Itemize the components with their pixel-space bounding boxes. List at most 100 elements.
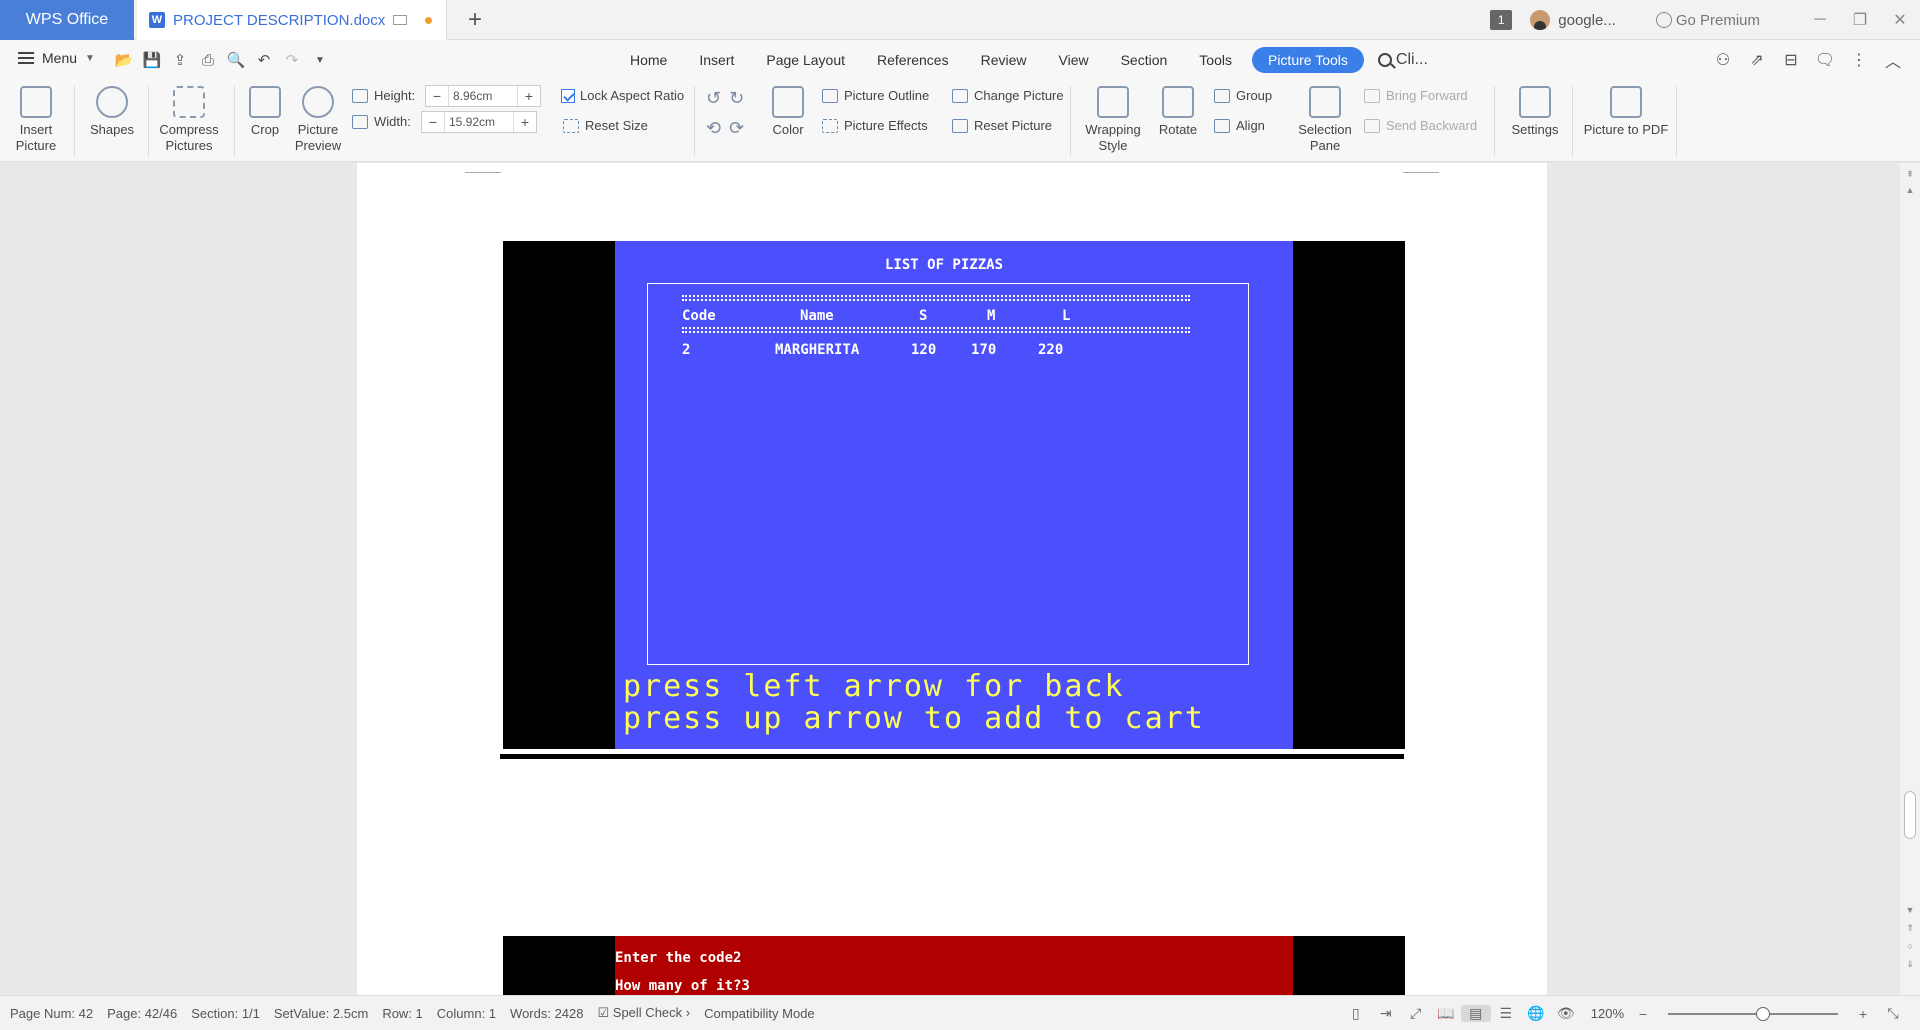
tools-dropdown-icon[interactable]: ⊟ <box>1774 50 1808 70</box>
monitor-icon[interactable] <box>393 15 407 25</box>
fit-window-icon[interactable]: ⤡ <box>1878 1005 1908 1022</box>
picture-to-pdf-button[interactable]: Picture to PDF <box>1580 86 1672 138</box>
picture-preview-button[interactable]: Picture Preview <box>290 86 346 154</box>
zoom-slider-knob[interactable] <box>1756 1006 1770 1021</box>
color-button[interactable]: Color <box>764 86 812 138</box>
settings-button[interactable]: Settings <box>1500 86 1570 138</box>
tab-review[interactable]: Review <box>965 47 1043 73</box>
pizza-list-screenshot[interactable]: LIST OF PIZZAS Code Name S M L 2 MARGHER… <box>503 241 1405 749</box>
tab-references[interactable]: References <box>861 47 965 73</box>
restore-icon[interactable]: ❐ <box>1840 10 1880 30</box>
shapes-button[interactable]: Shapes <box>82 86 142 138</box>
document-tab[interactable]: W PROJECT DESCRIPTION.docx <box>137 0 447 40</box>
tab-view[interactable]: View <box>1043 47 1105 73</box>
height-value[interactable]: 8.96cm <box>448 86 518 106</box>
scrollbar-thumb[interactable] <box>1904 791 1916 839</box>
fullscreen-icon[interactable]: ⤢ <box>1401 1005 1431 1022</box>
export-icon[interactable]: ⇪ <box>166 48 194 72</box>
undo-icon[interactable]: ↶ <box>250 48 278 72</box>
vertical-scrollbar[interactable]: ⇞ ▲ ▼ ⇑ ○ ⇓ <box>1900 163 1920 995</box>
scroll-down-icon[interactable]: ▼ <box>1905 905 1915 915</box>
command-search[interactable]: Cli... <box>1377 51 1428 69</box>
insert-picture-button[interactable]: Insert Picture <box>14 86 58 154</box>
account-name[interactable]: google... <box>1558 12 1616 29</box>
tab-page-layout[interactable]: Page Layout <box>750 47 861 73</box>
collapse-ribbon-icon[interactable]: ︿ <box>1876 48 1910 72</box>
read-mode-icon[interactable]: 📖 <box>1431 1005 1461 1022</box>
new-tab-plus-icon[interactable]: + <box>468 6 482 34</box>
page-view-icon[interactable]: ▤ <box>1460 1005 1491 1022</box>
set-value[interactable]: SetValue: 2.5cm <box>274 1006 368 1021</box>
redo-icon[interactable]: ↷ <box>278 48 306 72</box>
crop-button[interactable]: Crop <box>240 86 290 138</box>
window-count-badge[interactable]: 1 <box>1490 10 1513 30</box>
reset-picture-button[interactable]: Reset Picture <box>952 118 1052 133</box>
flip-vertical-icon[interactable]: ⟳ <box>729 118 744 139</box>
open-folder-icon[interactable]: 📂 <box>110 48 138 72</box>
tab-home[interactable]: Home <box>614 47 683 73</box>
lock-aspect-checkbox[interactable]: Lock Aspect Ratio <box>561 88 684 103</box>
zoom-in-icon[interactable]: + <box>1848 1006 1878 1022</box>
avatar[interactable] <box>1530 10 1551 30</box>
zoom-out-icon[interactable]: − <box>1628 1006 1658 1022</box>
next-page-icon[interactable]: ⇓ <box>1905 959 1915 970</box>
reset-size-button[interactable]: Reset Size <box>563 118 648 133</box>
export-page-icon[interactable]: ⇥ <box>1371 1005 1401 1022</box>
print-icon[interactable]: ⎙ <box>194 48 222 72</box>
rotate-right-icon[interactable]: ↻ <box>729 88 744 109</box>
protect-icon[interactable]: ▯ <box>1341 1005 1371 1022</box>
selection-pane-button[interactable]: Selection Pane <box>1290 86 1360 154</box>
page-num[interactable]: Page Num: 42 <box>10 1006 93 1021</box>
order-entry-screenshot[interactable]: Enter the code2 How many of it?3 <box>503 936 1405 995</box>
eye-protection-icon[interactable]: 👁 <box>1551 1005 1581 1022</box>
print-preview-icon[interactable]: 🔍 <box>222 48 250 72</box>
bring-forward-button[interactable]: Bring Forward <box>1364 88 1468 103</box>
minimize-icon[interactable]: ─ <box>1800 11 1840 29</box>
tab-picture-tools[interactable]: Picture Tools <box>1251 47 1364 73</box>
scroll-top-icon[interactable]: ⇞ <box>1905 169 1915 180</box>
flip-horizontal-icon[interactable]: ⟲ <box>706 118 721 139</box>
width-value[interactable]: 15.92cm <box>444 112 514 132</box>
zoom-level[interactable]: 120% <box>1591 1006 1624 1021</box>
web-view-icon[interactable]: 🌐 <box>1521 1005 1551 1022</box>
height-decrease-button[interactable]: − <box>426 88 448 104</box>
send-backward-button[interactable]: Send Backward <box>1364 118 1477 133</box>
tab-tools[interactable]: Tools <box>1183 47 1248 73</box>
save-icon[interactable]: 💾 <box>138 48 166 72</box>
height-stepper[interactable]: − 8.96cm + <box>425 85 541 107</box>
share-icon[interactable]: ⇗ <box>1740 50 1774 70</box>
select-browse-icon[interactable]: ○ <box>1905 941 1915 951</box>
main-menu-button[interactable]: Menu ▼ <box>18 50 95 66</box>
customize-dropdown-icon[interactable]: ▼ <box>306 48 334 72</box>
previous-page-icon[interactable]: ⇑ <box>1905 923 1915 934</box>
column-indicator[interactable]: Column: 1 <box>437 1006 496 1021</box>
tab-section[interactable]: Section <box>1105 47 1184 73</box>
scroll-up-icon[interactable]: ▲ <box>1905 185 1915 195</box>
section-indicator[interactable]: Section: 1/1 <box>191 1006 260 1021</box>
wps-office-tab[interactable]: WPS Office <box>0 0 134 40</box>
compress-pictures-button[interactable]: Compress Pictures <box>156 86 222 154</box>
outline-view-icon[interactable]: ☰ <box>1491 1005 1521 1022</box>
tab-insert[interactable]: Insert <box>683 47 750 73</box>
group-button[interactable]: Group <box>1214 88 1272 103</box>
picture-effects-button[interactable]: Picture Effects <box>822 118 928 133</box>
height-increase-button[interactable]: + <box>518 88 540 104</box>
change-picture-button[interactable]: Change Picture <box>952 88 1064 103</box>
width-increase-button[interactable]: + <box>514 114 536 130</box>
rotate-left-icon[interactable]: ↺ <box>706 88 721 109</box>
zoom-slider[interactable] <box>1668 1006 1838 1021</box>
spell-check-button[interactable]: ☑ Spell Check › <box>598 1005 691 1021</box>
collaborate-icon[interactable]: ⚇ <box>1706 50 1740 70</box>
wrapping-style-button[interactable]: Wrapping Style <box>1078 86 1148 154</box>
row-indicator[interactable]: Row: 1 <box>382 1006 422 1021</box>
rotate-button[interactable]: Rotate <box>1150 86 1206 138</box>
comment-icon[interactable]: 🗨 <box>1808 50 1842 70</box>
picture-outline-button[interactable]: Picture Outline <box>822 88 929 103</box>
go-premium-button[interactable]: Go Premium <box>1655 12 1760 29</box>
width-decrease-button[interactable]: − <box>422 114 444 130</box>
more-options-icon[interactable]: ⋮ <box>1842 50 1876 70</box>
word-count[interactable]: Words: 2428 <box>510 1006 583 1021</box>
close-icon[interactable]: ✕ <box>1880 10 1920 30</box>
page-count[interactable]: Page: 42/46 <box>107 1006 177 1021</box>
width-stepper[interactable]: − 15.92cm + <box>421 111 537 133</box>
